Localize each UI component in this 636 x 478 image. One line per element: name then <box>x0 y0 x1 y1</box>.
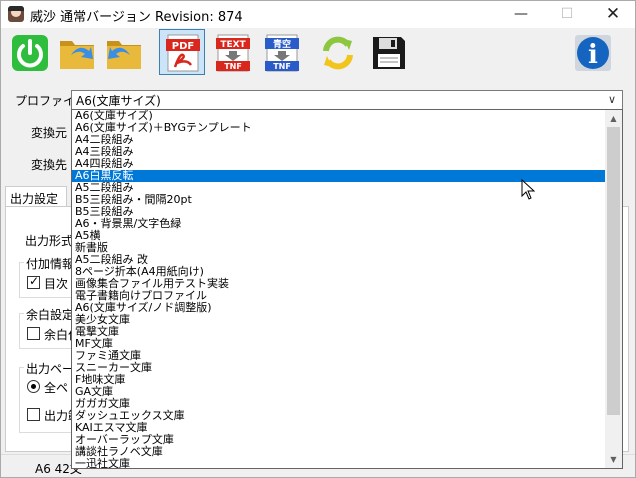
tab-output-settings[interactable]: 出力設定 <box>5 186 67 207</box>
pdf-button[interactable]: PDF <box>159 29 205 75</box>
text-to-tnf-button[interactable]: TEXT TNF <box>209 29 255 75</box>
scroll-up-icon[interactable]: ▲ <box>605 110 622 127</box>
folder-back-button[interactable] <box>100 29 146 75</box>
profile-option[interactable]: 美少女文庫 <box>72 314 605 326</box>
toc-checkbox[interactable] <box>27 274 40 289</box>
app-window: 威沙 通常バージョン Revision: 874 — ☐ ✕ PDF TEXT … <box>0 0 636 478</box>
dropdown-scrollbar[interactable]: ▲ ▼ <box>605 110 622 468</box>
power-icon <box>12 35 48 71</box>
source-label: 変換元 <box>31 126 68 140</box>
profile-option[interactable]: A4三段組み <box>72 146 605 158</box>
profile-option[interactable]: スニーカー文庫 <box>72 362 605 374</box>
profile-option[interactable]: A4二段組み <box>72 134 605 146</box>
profile-option[interactable]: GA文庫 <box>72 386 605 398</box>
folder-forward-icon <box>60 41 94 69</box>
mouse-cursor-icon <box>521 179 535 200</box>
all-pages-radio[interactable] <box>27 380 40 393</box>
output-page-group-title: 出力ペー <box>24 360 77 377</box>
all-pages-radio-label: 全ペ <box>44 381 69 395</box>
extra-info-group: 付加情報 目次・ <box>19 255 80 298</box>
profile-option[interactable]: A6(文庫サイズ/ノド調整版) <box>72 302 605 314</box>
profile-option[interactable]: F地味文庫 <box>72 374 605 386</box>
profile-option[interactable]: 一迅社文庫 <box>72 458 605 469</box>
profile-option[interactable]: A5横 <box>72 230 605 242</box>
floppy-disk-icon <box>373 37 405 69</box>
aozora-tnf-icon: 青空 TNF <box>265 34 299 72</box>
profile-option[interactable]: ダッシュエックス文庫 <box>72 410 605 422</box>
app-icon <box>8 6 24 22</box>
folder-back-icon <box>107 41 141 69</box>
output-range-checkbox[interactable] <box>27 408 40 421</box>
aozora-tnf-top-label: 青空 <box>273 38 291 50</box>
profile-dropdown-list[interactable]: A6(文庫サイズ) A6(文庫サイズ)＋BYGテンプレート A4二段組み A4三段組み… <box>71 109 623 469</box>
extra-info-group-title: 付加情報 <box>24 255 77 272</box>
power-button[interactable] <box>6 29 52 75</box>
aozora-tnf-bottom-label: TNF <box>273 62 291 71</box>
info-button[interactable]: i <box>569 29 615 75</box>
pdf-icon-label: PDF <box>172 41 194 52</box>
profile-option[interactable]: 新書版 <box>72 242 605 254</box>
refresh-button[interactable] <box>314 29 360 75</box>
profile-option[interactable]: A4四段組み <box>72 158 605 170</box>
pdf-icon: PDF <box>166 34 200 72</box>
profile-option[interactable]: A6(文庫サイズ)＋BYGテンプレート <box>72 122 605 134</box>
margin-group-title: 余白設定 <box>24 306 77 323</box>
refresh-icon <box>323 36 353 70</box>
text-tnf-top-label: TEXT <box>220 40 246 50</box>
output-format-label: 出力形式 <box>25 234 74 248</box>
destination-label: 変換先 <box>31 158 68 172</box>
margin-checkbox[interactable] <box>27 327 40 340</box>
aozora-to-tnf-button[interactable]: 青空 TNF <box>258 29 304 75</box>
text-tnf-icon: TEXT TNF <box>216 34 250 72</box>
info-icon: i <box>575 35 611 71</box>
profile-select-value: A6(文庫サイズ) <box>76 94 161 108</box>
scroll-thumb[interactable] <box>607 127 620 415</box>
chevron-down-icon: ∨ <box>607 93 616 106</box>
profile-options: A6(文庫サイズ) A6(文庫サイズ)＋BYGテンプレート A4二段組み A4三段組み… <box>72 110 605 468</box>
profile-option[interactable]: 電撃文庫 <box>72 326 605 338</box>
profile-select[interactable]: A6(文庫サイズ) ∨ <box>71 90 623 110</box>
maximize-button[interactable]: ☐ <box>544 1 590 28</box>
info-icon-letter: i <box>588 40 598 70</box>
open-folder-button[interactable] <box>53 29 99 75</box>
text-tnf-bottom-label: TNF <box>224 62 242 71</box>
title-bar: 威沙 通常バージョン Revision: 874 — ☐ ✕ <box>1 1 635 28</box>
minimize-button[interactable]: — <box>498 1 544 28</box>
profile-option[interactable]: 講談社ラノベ文庫 <box>72 446 605 458</box>
save-button[interactable] <box>365 29 411 75</box>
close-button[interactable]: ✕ <box>590 1 635 28</box>
margin-group: 余白設定 余白付 <box>19 306 80 349</box>
window-title: 威沙 通常バージョン Revision: 874 <box>30 10 243 25</box>
output-page-group: 出力ペー 全ペ 出力範 <box>19 360 80 433</box>
scroll-down-icon[interactable]: ▼ <box>605 451 622 468</box>
profile-option[interactable]: A6・背景黒/文字色緑 <box>72 218 605 230</box>
profile-option[interactable]: MF文庫 <box>72 338 605 350</box>
